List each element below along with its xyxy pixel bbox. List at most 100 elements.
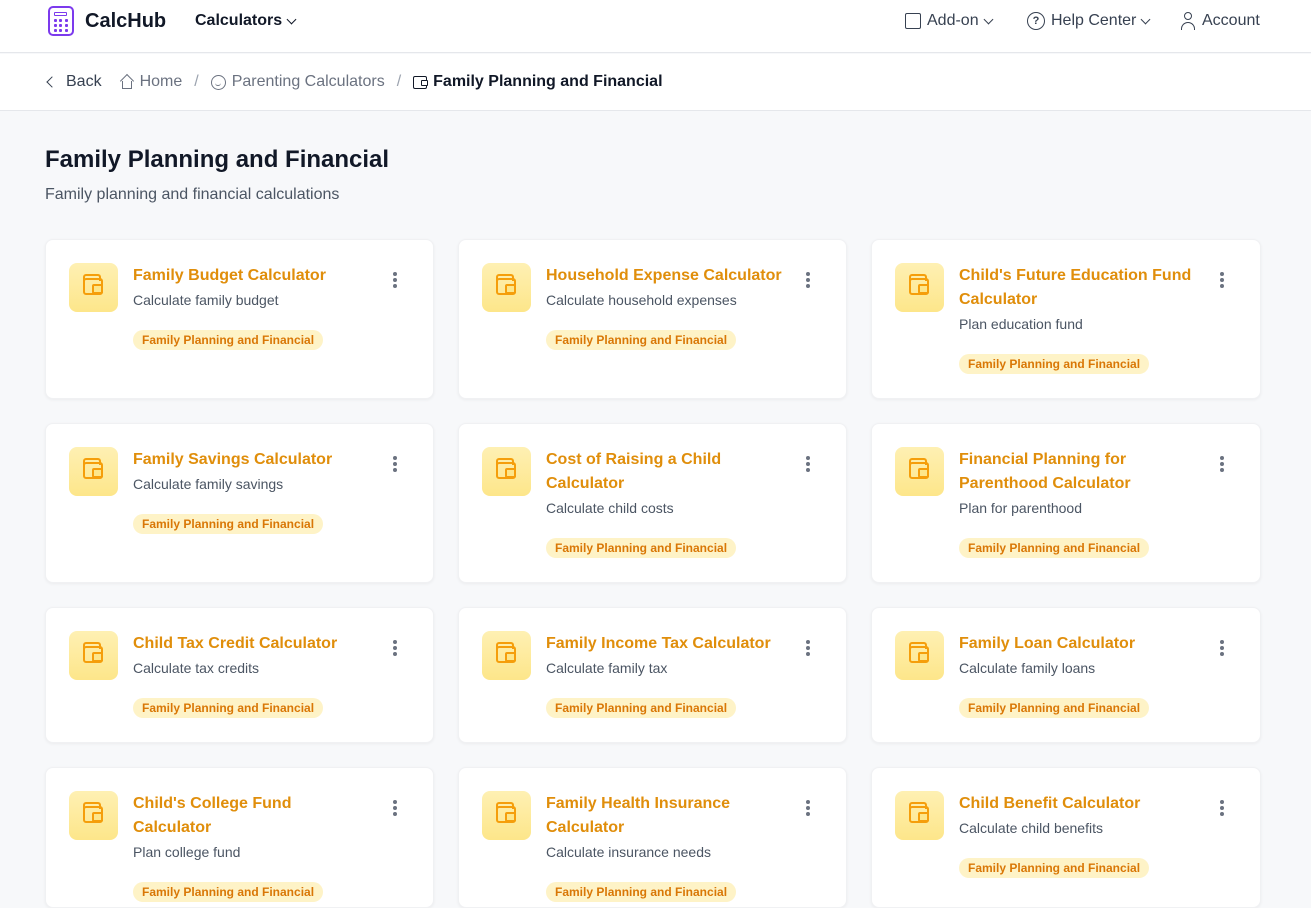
account-link[interactable]: Account: [1180, 12, 1260, 30]
wallet-icon: [909, 274, 929, 295]
breadcrumb-home[interactable]: Home: [119, 73, 182, 91]
breadcrumb: Back Home / Parenting Calculators / Fami…: [46, 73, 663, 91]
more-options-icon[interactable]: [1220, 272, 1224, 288]
category-tag: Family Planning and Financial: [546, 330, 737, 350]
user-icon: [1180, 12, 1196, 30]
card-title[interactable]: Family Savings Calculator: [133, 448, 373, 472]
card-description: Calculate household expenses: [546, 292, 737, 308]
baby-face-icon: [210, 74, 226, 90]
wallet-icon: [496, 458, 516, 479]
card-title[interactable]: Cost of Raising a Child Calculator: [546, 448, 786, 496]
breadcrumb-bar: Back Home / Parenting Calculators / Fami…: [0, 54, 1311, 111]
breadcrumb-parenting-label: Parenting Calculators: [231, 73, 385, 90]
breadcrumb-parenting[interactable]: Parenting Calculators: [210, 73, 385, 91]
card-icon-container: [482, 631, 531, 680]
breadcrumb-current: Family Planning and Financial: [413, 73, 663, 91]
more-options-icon[interactable]: [393, 640, 397, 656]
home-icon: [119, 73, 134, 89]
calculator-card[interactable]: Family Savings Calculator Calculate fami…: [45, 423, 434, 583]
category-tag: Family Planning and Financial: [546, 882, 737, 902]
card-icon-container: [895, 263, 944, 312]
card-icon-container: [482, 263, 531, 312]
card-title[interactable]: Child's Future Education Fund Calculator: [959, 264, 1200, 312]
addon-menu[interactable]: Add-on: [905, 12, 994, 30]
more-options-icon[interactable]: [1220, 640, 1224, 656]
help-center-menu[interactable]: ? Help Center: [1027, 12, 1151, 30]
category-tag: Family Planning and Financial: [546, 538, 737, 558]
package-icon: [905, 13, 921, 29]
calculator-card[interactable]: Household Expense Calculator Calculate h…: [458, 239, 847, 399]
more-options-icon[interactable]: [1220, 456, 1224, 472]
card-title[interactable]: Family Income Tax Calculator: [546, 632, 786, 656]
back-label: Back: [66, 73, 102, 90]
chevron-down-icon: [983, 14, 994, 24]
card-description: Calculate child costs: [546, 500, 674, 516]
card-description: Calculate family budget: [133, 292, 279, 308]
top-nav: CalcHub Calculators Add-on ? Help Center…: [0, 0, 1311, 53]
more-options-icon[interactable]: [806, 800, 810, 816]
calculator-card[interactable]: Family Loan Calculator Calculate family …: [871, 607, 1261, 743]
more-options-icon[interactable]: [806, 456, 810, 472]
addon-label: Add-on: [927, 12, 979, 29]
chevron-down-icon: [286, 14, 297, 24]
more-options-icon[interactable]: [393, 456, 397, 472]
calculator-card[interactable]: Child's College Fund Calculator Plan col…: [45, 767, 434, 908]
card-title[interactable]: Household Expense Calculator: [546, 264, 786, 288]
category-tag: Family Planning and Financial: [133, 882, 324, 902]
card-title[interactable]: Family Budget Calculator: [133, 264, 373, 288]
card-icon-container: [69, 447, 118, 496]
card-description: Calculate family loans: [959, 660, 1096, 676]
more-options-icon[interactable]: [393, 800, 397, 816]
wallet-icon: [83, 274, 103, 295]
category-tag: Family Planning and Financial: [546, 698, 737, 718]
calculator-card[interactable]: Financial Planning for Parenthood Calcul…: [871, 423, 1261, 583]
back-button[interactable]: Back: [46, 73, 120, 91]
card-title[interactable]: Child Benefit Calculator: [959, 792, 1200, 816]
calculator-card[interactable]: Family Health Insurance Calculator Calcu…: [458, 767, 847, 908]
category-tag: Family Planning and Financial: [959, 858, 1150, 878]
page-subtitle: Family planning and financial calculatio…: [45, 186, 340, 203]
calculators-menu-label: Calculators: [195, 12, 283, 29]
calculator-card[interactable]: Family Budget Calculator Calculate famil…: [45, 239, 434, 399]
card-title[interactable]: Child's College Fund Calculator: [133, 792, 373, 840]
card-icon-container: [69, 263, 118, 312]
card-title[interactable]: Child Tax Credit Calculator: [133, 632, 373, 656]
more-options-icon[interactable]: [1220, 800, 1224, 816]
card-description: Calculate insurance needs: [546, 844, 711, 860]
card-icon-container: [895, 447, 944, 496]
category-tag: Family Planning and Financial: [133, 330, 324, 350]
calculator-card[interactable]: Cost of Raising a Child Calculator Calcu…: [458, 423, 847, 583]
card-description: Plan college fund: [133, 844, 241, 860]
card-icon-container: [69, 791, 118, 840]
chevron-down-icon: [1140, 14, 1151, 24]
wallet-icon: [496, 274, 516, 295]
brand-name[interactable]: CalcHub: [85, 10, 166, 33]
card-title[interactable]: Family Health Insurance Calculator: [546, 792, 786, 840]
card-title[interactable]: Financial Planning for Parenthood Calcul…: [959, 448, 1200, 496]
page-title: Family Planning and Financial: [45, 146, 390, 173]
wallet-icon: [83, 458, 103, 479]
calculator-logo-icon[interactable]: [48, 6, 74, 36]
wallet-icon: [83, 802, 103, 823]
calculator-card[interactable]: Child Benefit Calculator Calculate child…: [871, 767, 1261, 908]
wallet-icon: [909, 642, 929, 663]
wallet-icon: [496, 802, 516, 823]
calculator-card[interactable]: Child Tax Credit Calculator Calculate ta…: [45, 607, 434, 743]
more-options-icon[interactable]: [393, 272, 397, 288]
card-title[interactable]: Family Loan Calculator: [959, 632, 1200, 656]
card-description: Calculate tax credits: [133, 660, 260, 676]
card-icon-container: [895, 631, 944, 680]
calculator-card[interactable]: Child's Future Education Fund Calculator…: [871, 239, 1261, 399]
card-description: Plan education fund: [959, 316, 1083, 332]
category-tag: Family Planning and Financial: [959, 354, 1150, 374]
help-icon: ?: [1027, 12, 1045, 30]
calculators-menu[interactable]: Calculators: [195, 12, 297, 30]
calculator-card[interactable]: Family Income Tax Calculator Calculate f…: [458, 607, 847, 743]
category-tag: Family Planning and Financial: [959, 538, 1150, 558]
card-icon-container: [69, 631, 118, 680]
breadcrumb-separator: /: [194, 73, 199, 90]
wallet-icon: [83, 642, 103, 663]
more-options-icon[interactable]: [806, 272, 810, 288]
wallet-icon: [496, 642, 516, 663]
more-options-icon[interactable]: [806, 640, 810, 656]
